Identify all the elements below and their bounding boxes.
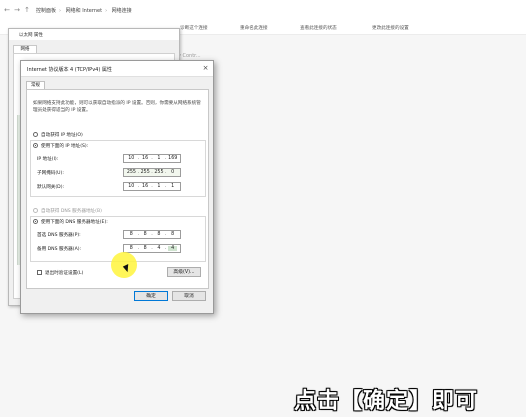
subnet-mask-label: 子网掩码(U): — [37, 171, 64, 176]
alt-dns-octet: 4 — [157, 246, 161, 251]
gateway-field[interactable]: 10. 16. 1. 1 — [123, 182, 181, 191]
alt-dns-octet-selected: 4 — [168, 246, 178, 251]
advanced-button[interactable]: 高级(V)... — [167, 267, 201, 277]
gateway-octet: 10 — [128, 184, 135, 189]
ip-octet: 1 — [157, 156, 161, 161]
rename-command[interactable]: 重命名此连接 — [240, 25, 268, 31]
change-settings-command[interactable]: 更改此连接的设置 — [372, 25, 409, 31]
ip-address-field[interactable]: 10. 16. 1. 169 — [123, 154, 181, 163]
auto-ip-radio[interactable] — [33, 132, 38, 137]
gateway-octet: 16 — [142, 184, 149, 189]
manual-ip-radio[interactable] — [33, 143, 38, 148]
ip-octet: 169 — [168, 156, 178, 161]
subtitle-caption: 点击【确定】即可 — [294, 389, 479, 414]
dialog-title: Internet 协议版本 4 (TCP/IPv4) 属性 — [27, 67, 112, 73]
mask-octet: 255 — [126, 170, 136, 175]
mask-octet: 255 — [140, 170, 150, 175]
auto-ip-label: 自动获得 IP 地址(O) — [41, 133, 83, 138]
description-text: 如果网络支持此功能，则可以获取自动指派的 IP 设置。否则，你需要从网络系统管理… — [33, 101, 201, 113]
up-arrow-icon[interactable]: ↑ — [23, 6, 31, 14]
manual-dns-label: 使用下面的 DNS 服务器地址(E): — [41, 220, 108, 225]
close-icon[interactable]: × — [201, 64, 210, 73]
dialog-title-bar: Internet 协议版本 4 (TCP/IPv4) 属性 × — [21, 61, 213, 77]
diagnose-command[interactable]: 诊断这个连接 — [180, 25, 208, 31]
status-command[interactable]: 查看此连接的状态 — [300, 25, 337, 31]
manual-ip-label: 使用下面的 IP 地址(S): — [41, 144, 89, 149]
forward-arrow-icon[interactable]: → — [13, 6, 21, 14]
back-arrow-icon[interactable]: ← — [3, 6, 11, 14]
gateway-octet: 1 — [171, 184, 175, 189]
breadcrumb-item[interactable]: 控制面板 — [36, 8, 56, 14]
breadcrumb: 控制面板 › 网络和 Internet › 网络连接 — [36, 8, 132, 14]
auto-dns-radio[interactable] — [33, 208, 38, 213]
alternate-dns-label: 备用 DNS 服务器(A): — [37, 247, 82, 252]
alt-dns-octet: 8 — [129, 246, 133, 251]
cancel-button[interactable]: 取消 — [172, 291, 206, 301]
ip-address-label: IP 地址(I): — [37, 157, 59, 162]
alternate-dns-field[interactable]: 8. 8. 4. 4 — [123, 244, 181, 253]
breadcrumb-item[interactable]: 网络连接 — [112, 8, 132, 14]
ip-octet: 10 — [128, 156, 135, 161]
ethernet-title: 以太网 属性 — [19, 33, 43, 38]
validate-label: 退出时验证设置(L) — [45, 271, 84, 276]
manual-dns-radio[interactable] — [33, 219, 38, 224]
explorer-address-bar: ← → ↑ 控制面板 › 网络和 Internet › 网络连接 — [0, 0, 526, 23]
mask-octet: 255 — [154, 170, 164, 175]
ok-button[interactable]: 确定 — [134, 291, 168, 301]
pref-dns-octet: 8 — [171, 232, 175, 237]
gateway-octet: 1 — [157, 184, 161, 189]
alt-dns-octet: 8 — [143, 246, 147, 251]
preferred-dns-field[interactable]: 8. 8. 8. 8 — [123, 230, 181, 239]
ip-octet: 16 — [142, 156, 149, 161]
preferred-dns-label: 首选 DNS 服务器(P): — [37, 233, 81, 238]
pref-dns-octet: 8 — [129, 232, 133, 237]
ethernet-title-bar: 以太网 属性 — [9, 29, 179, 40]
pref-dns-octet: 8 — [143, 232, 147, 237]
auto-dns-label: 自动获得 DNS 服务器地址(B) — [41, 209, 102, 214]
pref-dns-octet: 8 — [157, 232, 161, 237]
breadcrumb-item[interactable]: 网络和 Internet — [66, 8, 102, 14]
subnet-mask-field[interactable]: 255. 255. 255. 0 — [123, 168, 181, 177]
validate-checkbox[interactable] — [37, 270, 42, 275]
mask-octet: 0 — [171, 170, 175, 175]
gateway-label: 默认网关(D): — [37, 185, 65, 190]
